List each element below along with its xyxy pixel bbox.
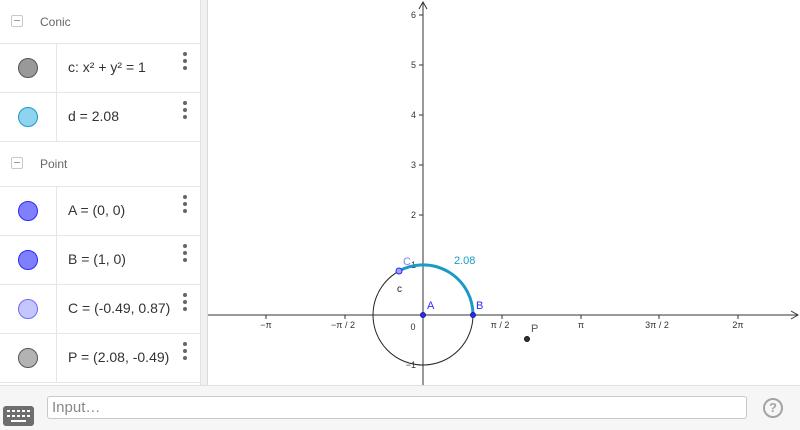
marble-cell [0,334,57,382]
point-label: P [531,323,538,335]
more-menu-icon[interactable] [181,293,189,313]
point-label: B [476,300,483,312]
keyboard-icon[interactable] [3,406,34,426]
point-b[interactable] [470,312,476,318]
graphics-view[interactable]: −π −π / 2 0 π / 2 π 3π / 2 2π 1 2 3 4 5 … [208,0,800,385]
algebra-item-c-point[interactable]: C = (-0.49, 0.87) [0,285,200,334]
marble-cell [0,285,57,333]
x-tick-label: 2π [732,320,743,330]
y-tick-label: 4 [411,110,416,120]
y-tick-label: −1 [406,360,416,370]
algebra-item-text[interactable]: B = (1, 0) [68,251,126,267]
group-header-conic[interactable]: Conic [0,0,200,44]
x-tick-label: −π / 2 [331,320,355,330]
x-tick-label: −π [260,320,271,330]
point-c[interactable] [395,267,403,275]
more-menu-icon[interactable] [181,342,189,362]
algebra-item-c[interactable]: c: x² + y² = 1 [0,44,200,93]
help-icon[interactable]: ? [763,398,783,418]
point-p[interactable] [524,336,530,342]
point-a[interactable] [420,312,426,318]
algebra-item-text[interactable]: C = (-0.49, 0.87) [68,300,170,316]
marble-cell [0,44,57,92]
more-menu-icon[interactable] [181,101,189,121]
view-splitter[interactable] [200,0,208,385]
algebra-item-b[interactable]: B = (1, 0) [0,236,200,285]
more-menu-icon[interactable] [181,52,189,72]
algebra-item-text[interactable]: d = 2.08 [68,108,119,124]
collapse-icon[interactable] [11,15,23,27]
visibility-toggle[interactable] [18,58,38,78]
x-tick-label: 3π / 2 [645,320,669,330]
more-menu-icon[interactable] [181,244,189,264]
arc-length-label: 2.08 [454,255,475,267]
y-tick-label: 5 [411,60,416,70]
arc-d[interactable] [398,263,475,316]
visibility-toggle[interactable] [18,299,38,319]
visibility-toggle[interactable] [18,107,38,127]
algebra-item-a[interactable]: A = (0, 0) [0,187,200,236]
input-field[interactable] [47,396,747,419]
x-tick-label: 0 [410,322,415,332]
visibility-toggle[interactable] [18,348,38,368]
marble-cell [0,187,57,235]
y-tick-label: 6 [411,10,416,20]
collapse-icon[interactable] [11,157,23,169]
point-label: A [427,300,435,312]
group-header-point[interactable]: Point [0,142,200,187]
marble-cell [0,236,57,284]
more-menu-icon[interactable] [181,195,189,215]
algebra-view: Conic c: x² + y² = 1 d = 2.08 Point A = … [0,0,200,385]
x-tick-label: π [578,320,584,330]
x-tick-label: π / 2 [491,320,510,330]
algebra-item-text[interactable]: P = (2.08, -0.49) [68,349,169,365]
visibility-toggle[interactable] [18,250,38,270]
y-tick-label: 2 [411,210,416,220]
algebra-item-text[interactable]: A = (0, 0) [68,202,125,218]
marble-cell [0,93,57,141]
circle-label: c [397,284,402,295]
point-label: C [403,256,411,268]
x-tick-marks [265,315,739,319]
y-tick-label: 3 [411,160,416,170]
algebra-item-d[interactable]: d = 2.08 [0,93,200,142]
algebra-item-p[interactable]: P = (2.08, -0.49) [0,334,200,383]
input-bar: ? [0,385,800,430]
algebra-item-text[interactable]: c: x² + y² = 1 [68,59,146,75]
group-label: Conic [40,15,71,29]
visibility-toggle[interactable] [18,201,38,221]
group-label: Point [40,157,68,171]
